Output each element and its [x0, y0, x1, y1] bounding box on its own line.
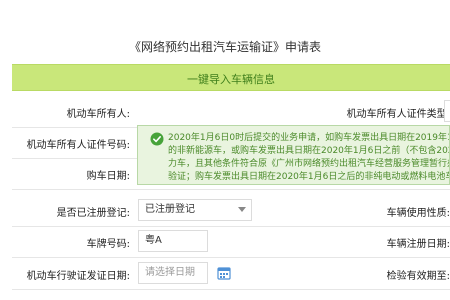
form-row-plate: 车牌号码: 粤A 车辆注册日期: [12, 226, 450, 258]
registered-select-value: 已注册登记 [145, 204, 195, 215]
tooltip-line: 2020年1月6日0时后提交的业务申请，如购车发票出具日期在2019年12 [168, 133, 450, 143]
import-vehicle-info-label: 一键导入车辆信息 [187, 73, 275, 86]
owner-id-type-select[interactable]: 居 [444, 100, 450, 122]
inspection-valid-until-label: 检验有效期至: [386, 271, 450, 282]
purchase-date-label: 购车日期: [86, 171, 130, 182]
plate-no-input[interactable]: 粤A [138, 230, 208, 252]
page-title: 《网络预约出租汽车运输证》申请表 [128, 40, 321, 54]
registered-select[interactable]: 已注册登记 [138, 199, 252, 221]
calendar-icon[interactable] [217, 266, 231, 280]
owner-label: 机动车所有人: [66, 109, 130, 120]
form-row-owner: 机动车所有人: 机动车所有人证件类型: 居 [12, 96, 450, 128]
check-circle-icon [150, 132, 164, 146]
license-issue-date-label: 机动车行驶证发证日期: [26, 271, 130, 282]
registered-label: 是否已注册登记: [56, 208, 130, 219]
tooltip-line: 验证；购车发票出具日期在2020年1月6日之后的非纯电动或燃料电池车，不 [168, 172, 450, 182]
form-row-license-date: 机动车行驶证发证日期: 请选择日期 检验有效期至: [12, 258, 450, 290]
tooltip-line: 力车，且其他条件符合原《广州市网络预约出租汽车经营服务管理暂行办法 [168, 159, 450, 169]
import-vehicle-info-button[interactable]: 一键导入车辆信息 [12, 64, 450, 91]
plate-no-label: 车牌号码: [86, 239, 130, 250]
tooltip-text: 2020年1月6日0时后提交的业务申请，如购车发票出具日期在2019年12 的非… [168, 132, 450, 184]
owner-id-no-label: 机动车所有人证件号码: [26, 140, 130, 151]
chevron-down-icon [238, 207, 246, 212]
register-date-label: 车辆注册日期: [386, 239, 450, 250]
vehicle-use-label: 车辆使用性质: [386, 208, 450, 219]
form-row-registered: 是否已注册登记: 已注册登记 车辆使用性质: [12, 195, 450, 227]
tooltip-line: 的非新能源车，或购车发票出具日期在2020年1月6日之前（不包含2020年1 [168, 146, 450, 156]
license-issue-date-input[interactable]: 请选择日期 [138, 262, 208, 284]
policy-tooltip: 2020年1月6日0时后提交的业务申请，如购车发票出具日期在2019年12 的非… [137, 125, 450, 185]
owner-id-type-label: 机动车所有人证件类型: [346, 109, 450, 120]
